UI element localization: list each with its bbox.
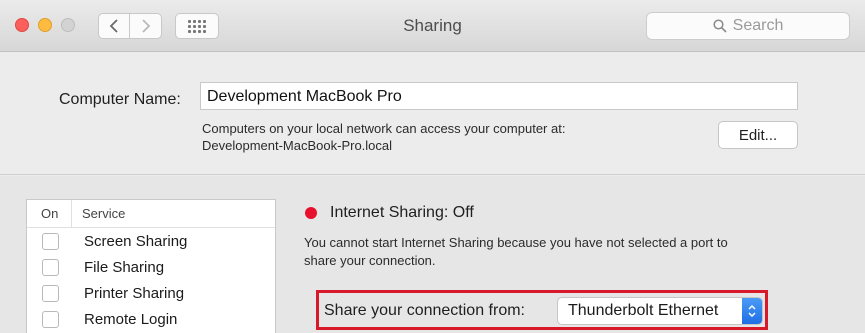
service-list-header: On Service <box>27 200 275 228</box>
service-label: Printer Sharing <box>84 284 185 302</box>
header-on: On <box>27 200 72 227</box>
search-placeholder: Search <box>732 17 784 34</box>
printer-sharing-checkbox[interactable] <box>42 284 59 302</box>
internet-sharing-info: You cannot start Internet Sharing becaus… <box>304 234 728 270</box>
computer-name-section <box>0 53 865 175</box>
service-label: Screen Sharing <box>84 232 188 250</box>
service-row-file-sharing[interactable]: File Sharing <box>27 254 275 280</box>
screen-sharing-checkbox[interactable] <box>42 232 59 250</box>
service-label: Remote Login <box>84 310 178 328</box>
select-arrows-icon <box>742 298 762 324</box>
share-from-value: Thunderbolt Ethernet <box>568 302 719 319</box>
service-row-printer-sharing[interactable]: Printer Sharing <box>27 280 275 306</box>
file-sharing-checkbox[interactable] <box>42 258 59 276</box>
computer-name-input[interactable]: Development MacBook Pro <box>200 82 798 110</box>
title-bar: Sharing Search <box>0 0 865 52</box>
internet-sharing-status: Internet Sharing: Off <box>330 204 474 221</box>
edit-button[interactable]: Edit... <box>718 121 798 149</box>
share-from-label: Share your connection from: <box>324 302 525 319</box>
local-hostname: Development-MacBook-Pro.local <box>202 138 393 153</box>
computer-name-description: Computers on your local network can acce… <box>202 120 565 154</box>
computer-name-label: Computer Name: <box>59 91 181 108</box>
search-icon <box>713 19 727 33</box>
service-row-remote-login[interactable]: Remote Login <box>27 306 275 332</box>
info-line-2: share your connection. <box>304 253 436 268</box>
service-label: File Sharing <box>84 258 165 276</box>
service-row-screen-sharing[interactable]: Screen Sharing <box>27 228 275 254</box>
description-line-1: Computers on your local network can acce… <box>202 121 566 136</box>
info-line-1: You cannot start Internet Sharing becaus… <box>304 235 728 250</box>
status-indicator-icon <box>305 207 317 219</box>
share-from-select[interactable]: Thunderbolt Ethernet <box>557 297 763 325</box>
remote-login-checkbox[interactable] <box>42 310 59 328</box>
header-service: Service <box>82 206 126 221</box>
service-list[interactable]: On Service Screen Sharing File Sharing P… <box>26 199 276 333</box>
search-field[interactable]: Search <box>646 12 850 40</box>
